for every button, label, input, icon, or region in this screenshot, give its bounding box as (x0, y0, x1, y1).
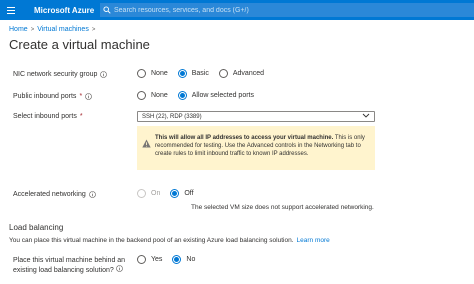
inbound-ports-label: Public inbound ports * (13, 93, 92, 100)
load-balancing-option-no[interactable]: No (172, 255, 195, 264)
brand-title[interactable]: Microsoft Azure (34, 6, 94, 15)
required-mark: * (79, 113, 83, 120)
nsg-option-advanced[interactable]: Advanced (218, 69, 264, 78)
load-balancing-option-yes[interactable]: Yes (137, 255, 162, 264)
radio-label: On (151, 190, 161, 197)
info-icon[interactable] (100, 71, 108, 78)
inbound-option-allow-selected[interactable]: Allow selected ports (177, 91, 254, 100)
nsg-option-basic[interactable]: Basic (177, 69, 209, 78)
search-box[interactable] (100, 3, 474, 17)
radio-label: None (151, 70, 168, 77)
radio-label: Advanced (232, 70, 264, 77)
select-ports-label-text: Select inbound ports (13, 113, 77, 120)
learn-more-link[interactable]: Learn more (297, 237, 330, 244)
breadcrumb-separator: > (30, 26, 35, 33)
radio-circle-disabled[interactable] (137, 189, 146, 198)
radio-label: Yes (151, 256, 163, 263)
search-input[interactable] (114, 4, 444, 16)
breadcrumb-virtual-machines[interactable]: Virtual machines (37, 26, 89, 33)
accelerated-option-off[interactable]: Off (170, 189, 194, 198)
breadcrumb-home[interactable]: Home (9, 26, 28, 33)
inbound-option-none[interactable]: None (137, 91, 168, 100)
radio-label: None (151, 92, 168, 99)
nsg-radio-group: None Basic Advanced (137, 69, 274, 78)
radio-label: Off (184, 190, 194, 197)
nsg-option-none[interactable]: None (137, 69, 168, 78)
accelerated-networking-label: Accelerated networking (13, 191, 96, 198)
radio-label: Basic (191, 70, 209, 77)
radio-circle-selected[interactable] (172, 255, 182, 264)
breadcrumb: Home > Virtual machines > (9, 26, 95, 33)
load-balancing-question: Place this virtual machine behind an exi… (13, 256, 143, 275)
accelerated-option-on[interactable]: On (137, 189, 160, 198)
radio-circle[interactable] (137, 69, 146, 78)
radio-circle[interactable] (137, 255, 146, 264)
radio-circle-selected[interactable] (177, 69, 187, 78)
warning-box: This will allow all IP addresses to acce… (137, 126, 375, 170)
info-icon[interactable] (88, 191, 96, 198)
info-icon[interactable] (115, 265, 123, 272)
page-title: Create a virtual machine (9, 37, 150, 52)
load-balancing-description: You can place this virtual machine in th… (9, 237, 330, 244)
hamburger-menu-icon[interactable] (4, 0, 18, 20)
accelerated-networking-note: The selected VM size does not support ac… (191, 204, 374, 211)
accelerated-radio-group: On Off (137, 189, 204, 198)
radio-circle[interactable] (137, 91, 146, 100)
load-balancing-description-text: You can place this virtual machine in th… (9, 237, 294, 244)
nsg-label: NIC network security group (13, 71, 108, 78)
required-mark: * (79, 93, 83, 100)
search-icon (100, 3, 114, 17)
dropdown-value: SSH (22), RDP (3389) (142, 113, 202, 120)
load-balancing-radio-group: Yes No (137, 255, 205, 264)
warning-text-bold: This will allow all IP addresses to acce… (155, 135, 334, 141)
radio-label: Allow selected ports (191, 92, 254, 99)
inbound-ports-dropdown[interactable]: SSH (22), RDP (3389) (137, 111, 375, 122)
nsg-label-text: NIC network security group (13, 71, 98, 78)
top-bar: Microsoft Azure (0, 0, 474, 20)
load-balancing-question-text: Place this virtual machine behind an exi… (13, 257, 126, 274)
radio-circle-selected[interactable] (177, 91, 187, 100)
chevron-down-icon (362, 113, 370, 120)
inbound-ports-radio-group: None Allow selected ports (137, 91, 264, 100)
inbound-ports-label-text: Public inbound ports (13, 93, 77, 100)
warning-icon (142, 135, 151, 148)
info-icon[interactable] (85, 93, 92, 100)
breadcrumb-separator: > (91, 26, 96, 33)
accelerated-networking-label-text: Accelerated networking (13, 191, 86, 198)
load-balancing-heading: Load balancing (9, 223, 64, 232)
warning-text: This will allow all IP addresses to acce… (155, 134, 369, 170)
select-ports-label: Select inbound ports * (13, 113, 83, 120)
radio-circle[interactable] (218, 69, 228, 78)
radio-circle-selected[interactable] (170, 189, 180, 198)
radio-label: No (186, 256, 196, 263)
